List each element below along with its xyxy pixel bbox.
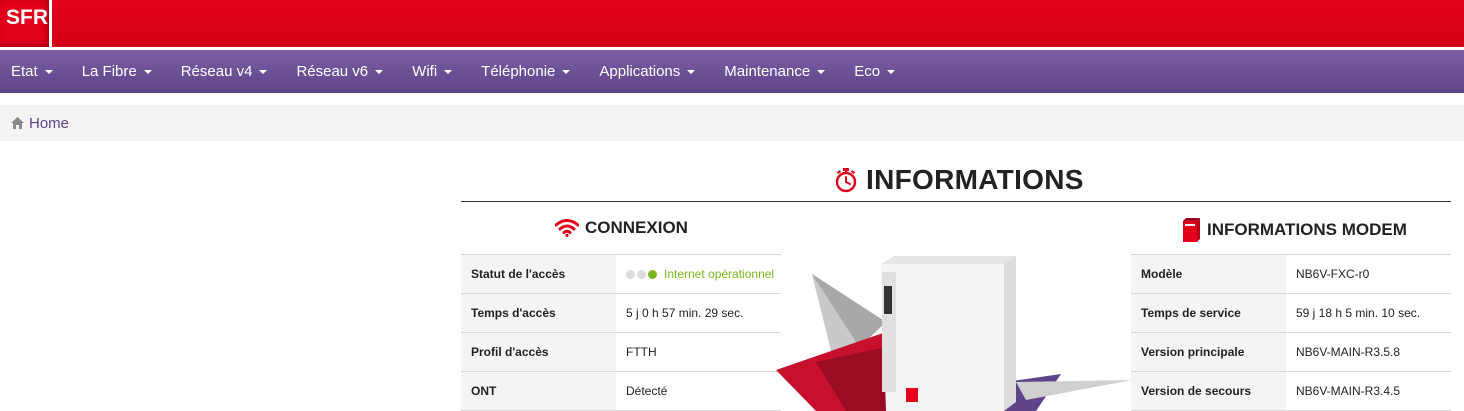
title-divider — [461, 201, 1451, 202]
caret-down-icon — [44, 70, 53, 74]
connexion-section-title: CONNEXION — [555, 218, 688, 238]
main-nav: Etat La Fibre Réseau v4 Réseau v6 Wifi T… — [0, 50, 1464, 93]
caret-down-icon — [375, 70, 384, 74]
page-title: INFORMATIONS — [834, 164, 1084, 196]
row-key: ONT — [461, 372, 616, 410]
nav-item-reseau-v6[interactable]: Réseau v6 — [296, 50, 384, 93]
sfr-logo[interactable]: SFR — [0, 0, 52, 47]
row-key: Profil d'accès — [461, 333, 616, 371]
row-key: Temps d'accès — [461, 294, 616, 332]
row-value: 59 j 18 h 5 min. 10 sec. — [1286, 294, 1451, 332]
table-row: Temps de service 59 j 18 h 5 min. 10 sec… — [1131, 294, 1451, 333]
table-row: Profil d'accès FTTH — [461, 333, 781, 372]
row-value: 5 j 0 h 57 min. 29 sec. — [616, 294, 781, 332]
modem-title-text: INFORMATIONS MODEM — [1207, 220, 1407, 239]
nav-item-etat[interactable]: Etat — [11, 50, 53, 93]
status-text: Internet opérationnel — [664, 267, 775, 281]
caret-down-icon — [562, 70, 571, 74]
page-title-text: INFORMATIONS — [866, 164, 1084, 195]
wifi-icon — [555, 219, 579, 237]
nav-item-la-fibre[interactable]: La Fibre — [82, 50, 152, 93]
row-value: Détecté — [616, 372, 781, 410]
nav-item-maintenance[interactable]: Maintenance — [724, 50, 826, 93]
nav-item-label: Applications — [599, 63, 681, 80]
nav-item-label: Maintenance — [724, 63, 811, 80]
nav-item-label: La Fibre — [81, 63, 137, 80]
connexion-title-text: CONNEXION — [585, 218, 688, 237]
row-key: Statut de l'accès — [461, 255, 616, 293]
top-header: SFR — [0, 0, 1464, 47]
home-icon — [11, 117, 24, 129]
nav-item-label: Réseau v6 — [296, 63, 369, 80]
nav-item-reseau-v4[interactable]: Réseau v4 — [181, 50, 268, 93]
row-key: Version de secours — [1131, 372, 1286, 410]
nav-item-label: Etat — [11, 63, 38, 80]
caret-down-icon — [887, 70, 896, 74]
modem-box-icon — [1183, 218, 1200, 242]
caret-down-icon — [143, 70, 152, 74]
status-indicator-icon — [626, 269, 659, 279]
row-value: NB6V-MAIN-R3.4.5 — [1286, 372, 1451, 410]
table-row: Version de secours NB6V-MAIN-R3.4.5 — [1131, 372, 1451, 411]
table-row: Version principale NB6V-MAIN-R3.5.8 — [1131, 333, 1451, 372]
nav-item-wifi[interactable]: Wifi — [412, 50, 453, 93]
row-value: FTTH — [616, 333, 781, 371]
nav-item-telephonie[interactable]: Téléphonie — [481, 50, 571, 93]
row-key: Temps de service — [1131, 294, 1286, 332]
modem-section-title: INFORMATIONS MODEM — [1181, 217, 1407, 243]
breadcrumb: Home — [0, 105, 1464, 141]
nav-item-label: Eco — [854, 63, 881, 80]
row-value: Internet opérationnel — [616, 255, 781, 293]
breadcrumb-home-link[interactable]: Home — [11, 115, 69, 132]
row-key: Version principale — [1131, 333, 1286, 371]
table-row: Statut de l'accès Internet opérationnel — [461, 255, 781, 294]
row-value: NB6V-FXC-r0 — [1286, 255, 1451, 293]
table-row: ONT Détecté — [461, 372, 781, 411]
breadcrumb-home-label: Home — [29, 114, 70, 132]
table-row: Temps d'accès 5 j 0 h 57 min. 29 sec. — [461, 294, 781, 333]
nav-item-applications[interactable]: Applications — [599, 50, 696, 93]
nav-item-eco[interactable]: Eco — [854, 50, 896, 93]
nav-item-label: Réseau v4 — [180, 63, 253, 80]
nav-item-label: Wifi — [412, 63, 438, 80]
table-row: Modèle NB6V-FXC-r0 — [1131, 255, 1451, 294]
stopwatch-icon — [835, 168, 857, 193]
caret-down-icon — [444, 70, 453, 74]
caret-down-icon — [817, 70, 826, 74]
caret-down-icon — [687, 70, 696, 74]
row-value: NB6V-MAIN-R3.5.8 — [1286, 333, 1451, 371]
router-illustration — [776, 256, 1132, 411]
row-key: Modèle — [1131, 255, 1286, 293]
connexion-table: Statut de l'accès Internet opérationnel … — [461, 254, 781, 411]
nav-item-label: Téléphonie — [481, 63, 556, 80]
modem-table: Modèle NB6V-FXC-r0 Temps de service 59 j… — [1131, 254, 1451, 411]
caret-down-icon — [259, 70, 268, 74]
